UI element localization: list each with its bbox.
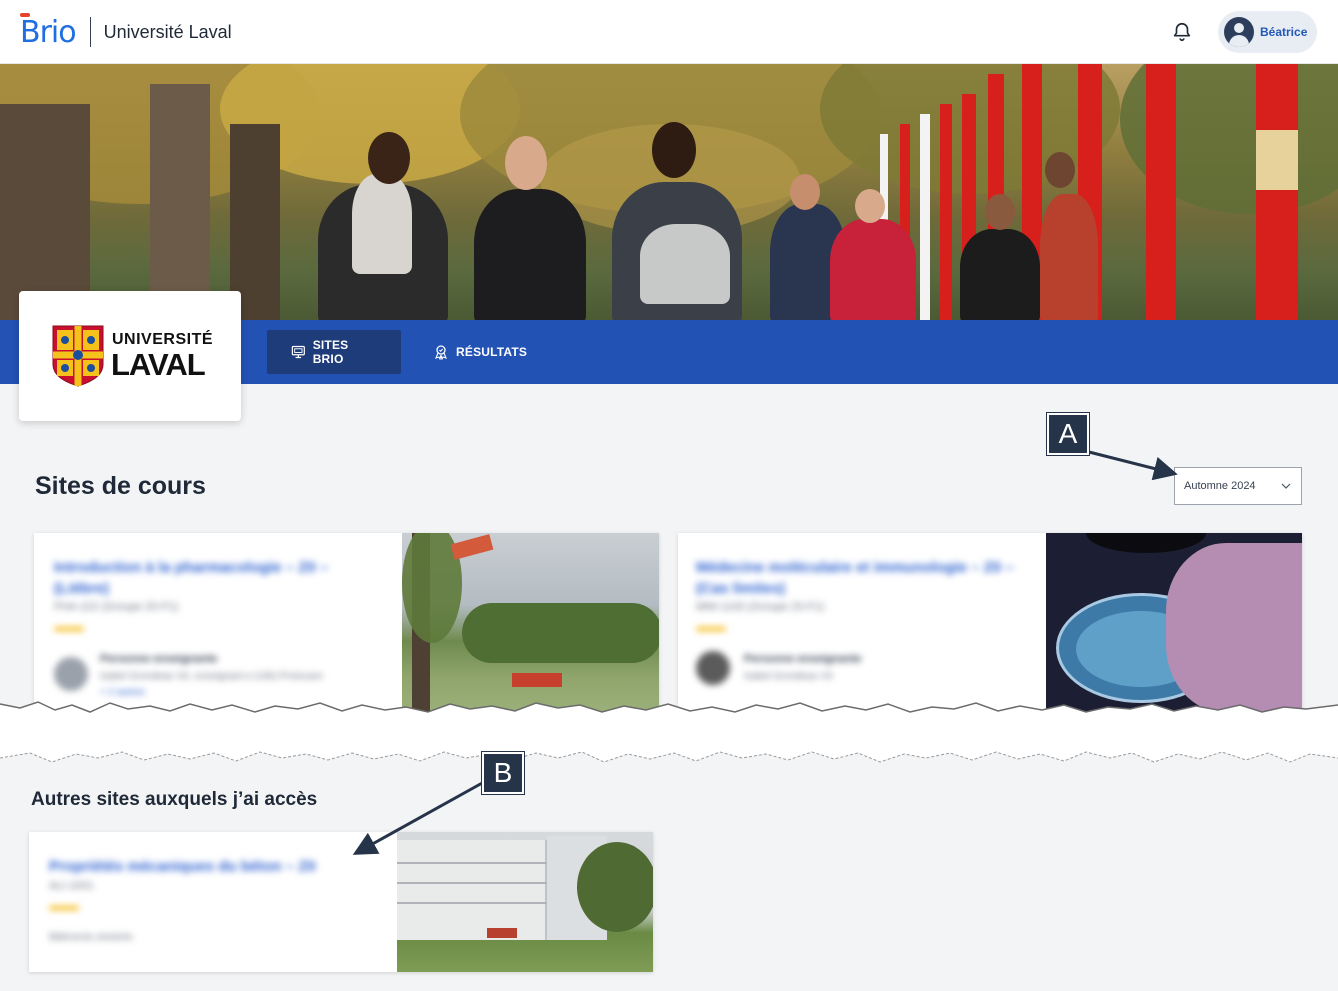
session-select[interactable]: Automne 2024: [1174, 467, 1302, 505]
arrow-a: [1088, 450, 1178, 481]
app-name: Brio: [20, 14, 77, 50]
callout-b: B: [482, 752, 524, 794]
chevron-down-icon: [1281, 483, 1291, 489]
course-code: PHA-222 (Groupe Z0-F1): [54, 601, 179, 613]
course-card[interactable]: Médecine moléculaire et immunologie – Z0…: [678, 533, 1302, 713]
hero-banner: [0, 64, 1338, 320]
course-image: [402, 533, 659, 713]
accent-bar: [696, 627, 726, 631]
user-name: Béatrice: [1260, 25, 1308, 39]
brio-logo: Brio: [20, 12, 77, 50]
accent-bar: [54, 627, 84, 631]
bell-icon[interactable]: [1171, 20, 1193, 44]
course-card-text: Propriétés mécaniques du béton – Z0 ALI-…: [29, 832, 397, 972]
torn-divider: [0, 701, 1338, 763]
university-logo-card: UNIVERSITÉ LAVAL: [19, 291, 241, 421]
avatar: [1224, 17, 1254, 47]
course-subtitle: Bâtiments sinistrés: [49, 932, 133, 943]
course-card-text: Médecine moléculaire et immunologie – Z0…: [678, 533, 1046, 713]
session-select-value: Automne 2024: [1184, 480, 1256, 492]
org-name: Université Laval: [103, 21, 232, 42]
logo-line2: LAVAL: [111, 347, 206, 382]
course-image: [1046, 533, 1302, 713]
monitor-icon: [291, 345, 305, 359]
tab-label: RÉSULTATS: [456, 345, 528, 359]
university-crest-icon: [52, 325, 104, 387]
instructor-name: Isabel Grondeau Vé: [744, 671, 833, 682]
tab-label: SITES BRIO: [312, 338, 349, 366]
tab-sites-brio[interactable]: SITES BRIO: [267, 330, 401, 374]
award-icon: [435, 345, 447, 360]
top-header: Brio Université Laval Béatrice: [0, 0, 1338, 64]
user-menu-button[interactable]: Béatrice: [1218, 11, 1317, 53]
page: Brio Université Laval Béatrice SITES BRI…: [0, 0, 1338, 991]
avatar: [54, 657, 88, 691]
course-card[interactable]: Propriétés mécaniques du béton – Z0 ALI-…: [29, 832, 653, 972]
callout-a: A: [1047, 413, 1089, 455]
section-title-courses: Sites de cours: [35, 472, 206, 500]
course-image: [397, 832, 653, 972]
instructor-name: Isabel Grondeau Vé, enseignant·e (Ulé) P…: [100, 671, 323, 682]
accent-bar: [49, 906, 79, 910]
course-code: MMI-1100 (Groupe Z0-F1): [696, 601, 825, 613]
brand[interactable]: Brio Université Laval: [20, 12, 232, 50]
brand-divider: [89, 17, 91, 47]
course-card-text: Introduction à la pharmacologie – Z0 – (…: [34, 533, 402, 713]
instructor-label: Personne enseignante: [100, 653, 218, 665]
course-code: ALI-1001: [49, 880, 94, 892]
course-title[interactable]: Médecine moléculaire et immunologie – Z0…: [696, 557, 1026, 599]
course-title[interactable]: Introduction à la pharmacologie – Z0 – (…: [54, 557, 374, 599]
course-title[interactable]: Propriétés mécaniques du béton – Z0: [49, 856, 379, 877]
section-title-other-sites: Autres sites auxquels j’ai accès: [31, 789, 318, 810]
tab-resultats[interactable]: RÉSULTATS: [409, 330, 551, 374]
instructor-label: Personne enseignante: [744, 653, 862, 665]
avatar: [696, 651, 730, 685]
course-card[interactable]: Introduction à la pharmacologie – Z0 – (…: [34, 533, 659, 713]
